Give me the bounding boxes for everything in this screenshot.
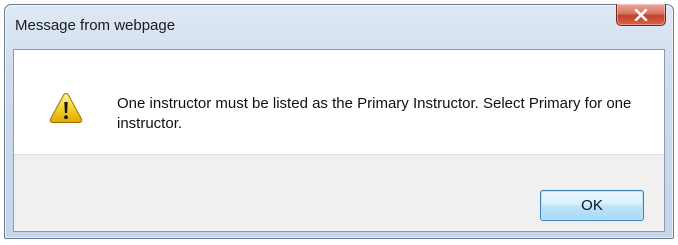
- dialog-body: One instructor must be listed as the Pri…: [13, 49, 665, 232]
- close-button[interactable]: [616, 4, 666, 26]
- warning-icon: [49, 92, 83, 123]
- window-title: Message from webpage: [15, 17, 176, 34]
- button-bar: OK: [14, 154, 664, 231]
- message-dialog: Message from webpage One instructor must…: [4, 4, 674, 239]
- message-text: One instructor must be listed as the Pri…: [117, 95, 632, 132]
- close-icon: [634, 8, 648, 21]
- message-area: One instructor must be listed as the Pri…: [14, 50, 664, 154]
- ok-button[interactable]: OK: [540, 190, 644, 221]
- title-bar[interactable]: Message from webpage: [5, 4, 673, 49]
